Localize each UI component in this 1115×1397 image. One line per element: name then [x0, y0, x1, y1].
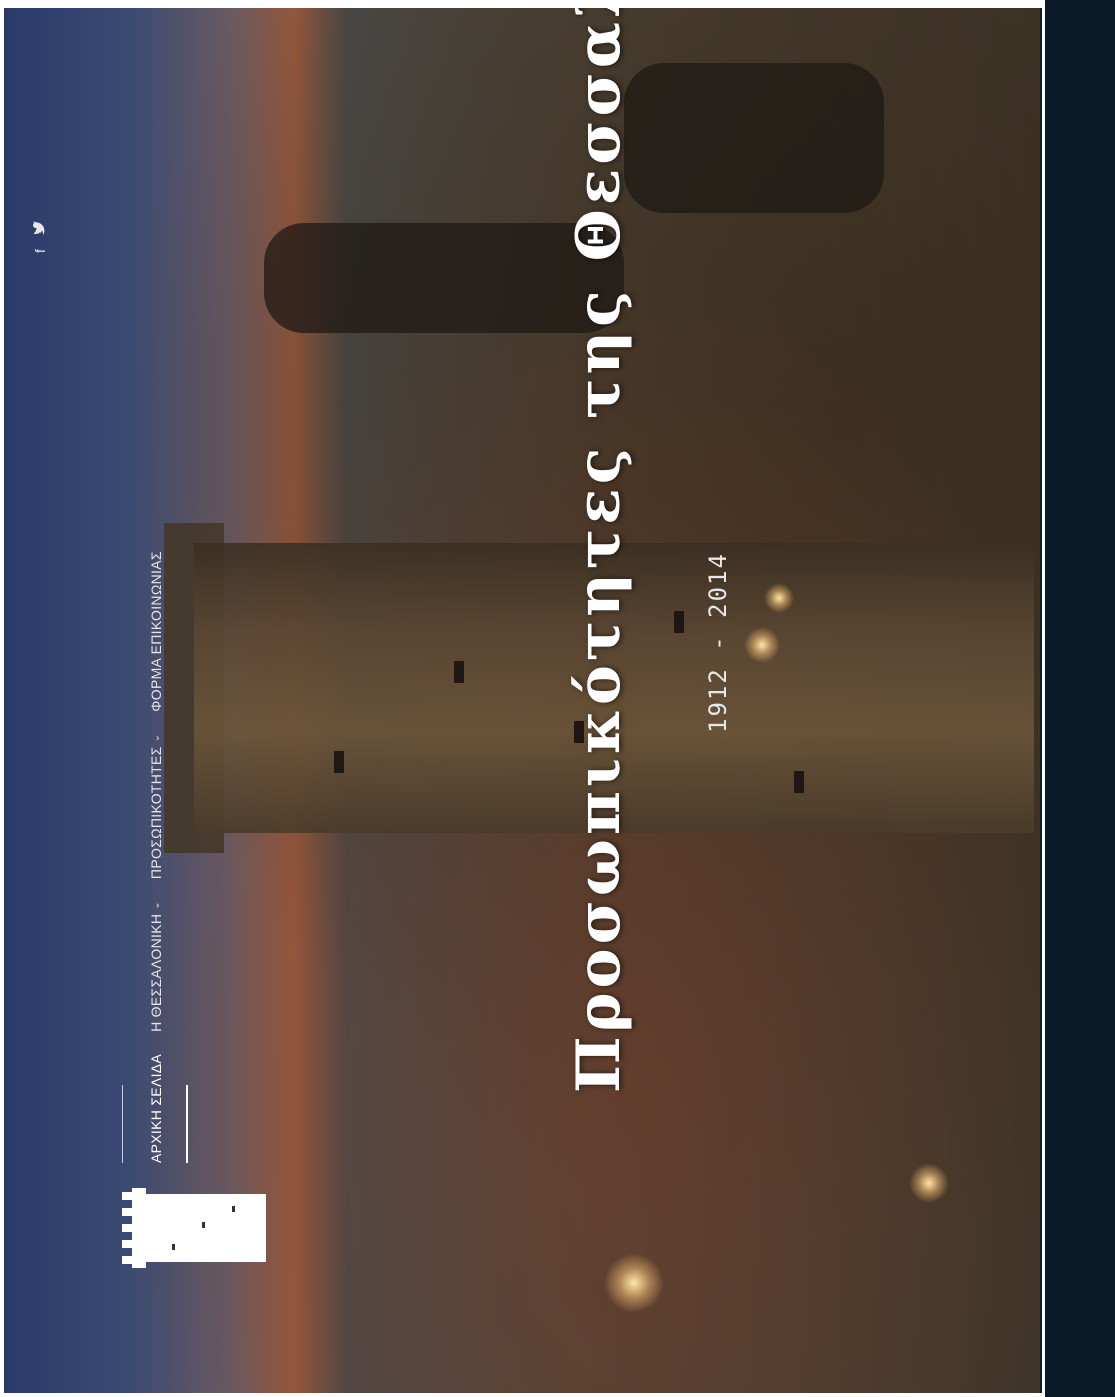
screenshot-stage: ΑΡΧΙΚΗ ΣΕΛΙΔΑ Η ΘΕΣΣΑΛΟΝΙΚΗ ⌄ ΠΡΟΣΩΠΙΚΟΤ… [0, 0, 1115, 1397]
main-nav: ΑΡΧΙΚΗ ΣΕΛΙΔΑ Η ΘΕΣΣΑΛΟΝΙΚΗ ⌄ ΠΡΟΣΩΠΙΚΟΤ… [144, 551, 168, 1163]
nav-item-label: ΦΟΡΜΑ ΕΠΙΚΟΙΝΩΝΙΑΣ [148, 551, 164, 712]
tower-window [674, 611, 684, 633]
nav-item-label: ΠΡΟΣΩΠΙΚΟΤΗΤΕΣ [148, 746, 164, 880]
chevron-down-icon: ⌄ [150, 733, 162, 743]
tower-window [334, 751, 344, 773]
street-light [909, 1163, 949, 1203]
tower-window [794, 771, 804, 793]
street-light [604, 1253, 664, 1313]
street-light [744, 627, 780, 663]
twitter-icon[interactable] [32, 221, 48, 236]
white-tower-logo-icon[interactable] [122, 1188, 272, 1268]
nav-item-contact-form[interactable]: ΦΟΡΜΑ ΕΠΙΚΟΙΝΩΝΙΑΣ [148, 551, 164, 712]
page-edge [1040, 8, 1042, 1393]
person-silhouette [624, 63, 884, 213]
facebook-icon[interactable]: f [32, 249, 48, 253]
nav-item-personalities[interactable]: ΠΡΟΣΩΠΙΚΟΤΗΤΕΣ ⌄ [148, 734, 164, 879]
nav-item-label: ΑΡΧΙΚΗ ΣΕΛΙΔΑ [148, 1053, 164, 1163]
tower-window [454, 661, 464, 683]
street-light [764, 583, 794, 613]
active-nav-underline [186, 1085, 188, 1163]
nav-item-label: Η ΘΕΣΣΑΛΟΝΙΚΗ [148, 913, 164, 1032]
nav-item-thessaloniki[interactable]: Η ΘΕΣΣΑΛΟΝΙΚΗ ⌄ [148, 901, 164, 1032]
dark-side-bar [1045, 0, 1115, 1397]
nav-top-line [122, 1085, 123, 1163]
page: ΑΡΧΙΚΗ ΣΕΛΙΔΑ Η ΘΕΣΣΑΛΟΝΙΚΗ ⌄ ΠΡΟΣΩΠΙΚΟΤ… [4, 8, 1042, 1393]
social-links: f [32, 221, 48, 253]
chevron-down-icon: ⌄ [150, 901, 162, 910]
hero-years: 1912 - 2014 [704, 552, 732, 733]
hero-title: Προσωπικότητες της Θεσσαλονίκης [564, 8, 634, 1093]
nav-item-home[interactable]: ΑΡΧΙΚΗ ΣΕΛΙΔΑ [148, 1054, 164, 1163]
